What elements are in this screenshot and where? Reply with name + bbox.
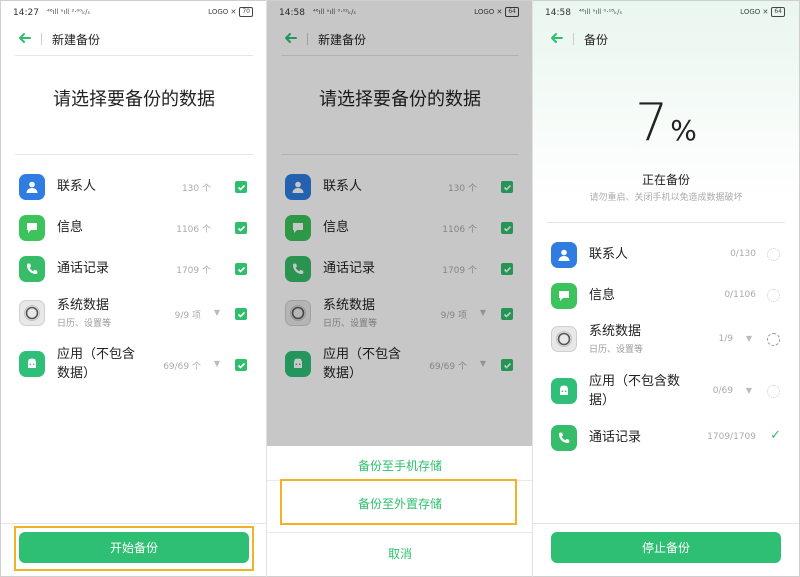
loading-spinner-icon (767, 248, 780, 261)
item-progress: 0/130 (730, 249, 756, 259)
list-item-apps[interactable]: 应用（不包含 数据） 69/69 个 ▼ (1, 344, 267, 384)
checkbox-checked[interactable] (235, 181, 247, 193)
divider (533, 523, 799, 524)
chevron-down-icon[interactable]: ▼ (746, 386, 752, 395)
list-item-messages: 信息 0/1106 (533, 276, 799, 316)
item-count: 130 个 (181, 184, 211, 194)
item-sublabel: 日历、设置等 (589, 345, 644, 355)
item-label: 系统数据 (589, 324, 642, 339)
divider (1, 523, 267, 524)
phone-icon (551, 425, 577, 451)
item-progress: 0/69 (712, 386, 733, 396)
page-title: 备份 (584, 33, 609, 47)
header-divider (41, 33, 42, 45)
battery-icon: 70 (239, 7, 253, 17)
item-label: 信息 (589, 288, 616, 303)
item-count: 69/69 个 (163, 362, 201, 372)
checkbox-checked[interactable] (235, 308, 247, 320)
status-time: 14:58 (545, 8, 571, 18)
cancel-button[interactable]: 取消 (267, 545, 533, 562)
highlight-box (280, 479, 517, 525)
signal-icon: ⁴⁶ıll ᵃıll ²·⁰⁰ₖ/ₛ (47, 8, 91, 16)
header: 新建备份 (1, 25, 267, 53)
contacts-icon (551, 242, 577, 268)
checkmark-icon: ✓ (770, 428, 781, 443)
system-data-icon (551, 326, 577, 352)
highlight-box (14, 526, 254, 571)
chevron-down-icon[interactable]: ▼ (746, 334, 752, 343)
screen-backup-progress: 14:58 ⁴⁶ıll ᵃıll ⁰·¹⁸ₖ/ₛ LOGO ✕ 64 备份 7%… (533, 1, 799, 576)
loading-spinner-icon (767, 333, 780, 346)
chevron-down-icon[interactable]: ▼ (214, 359, 220, 368)
screen-backup-destination: 14:58 ⁴⁶ıll ᵃıll ⁰·⁰²ₖ/ₛ LOGO ✕ 64 新建备份 … (267, 1, 533, 576)
select-heading: 请选择要备份的数据 (53, 89, 215, 110)
item-count: 1709 个 (176, 266, 211, 276)
loading-spinner-icon (767, 385, 780, 398)
list-item-contacts[interactable]: 联系人 130 个 (1, 167, 267, 207)
divider (267, 532, 533, 533)
status-right: LOGO ✕ 64 (740, 7, 785, 17)
progress-percent: 7% (533, 93, 799, 153)
signal-icon: ⁴⁶ıll ᵃıll ⁰·¹⁸ₖ/ₛ (579, 8, 623, 16)
back-arrow-icon[interactable] (17, 30, 33, 46)
header-divider (573, 33, 574, 45)
page-title: 新建备份 (52, 33, 101, 47)
item-progress: 0/1106 (724, 290, 756, 300)
item-label: 系统数据 (57, 298, 110, 313)
list-item-call-log: 通话记录 1709/1709 ✓ (533, 418, 799, 458)
item-label: 联系人 (57, 179, 97, 194)
divider (15, 55, 253, 56)
stop-backup-button[interactable]: 停止备份 (551, 532, 781, 563)
checkbox-checked[interactable] (235, 263, 247, 275)
list-item-system-data[interactable]: 系统数据 日历、设置等 9/9 项 ▼ (1, 293, 267, 333)
progress-warning: 请勿重启、关闭手机以免造成数据破坏 (589, 193, 743, 203)
item-label: 通话记录 (589, 430, 642, 445)
loading-spinner-icon (767, 289, 780, 302)
system-data-icon (19, 300, 45, 326)
contacts-icon (19, 174, 45, 200)
item-label: 联系人 (589, 247, 629, 262)
message-icon (551, 283, 577, 309)
item-label-line2: 数据） (57, 366, 97, 381)
battery-icon: 64 (771, 7, 785, 17)
progress-status: 正在备份 (641, 173, 690, 187)
status-bar: 14:58 ⁴⁶ıll ᵃıll ⁰·¹⁸ₖ/ₛ LOGO ✕ 64 (533, 5, 799, 23)
list-item-call-log[interactable]: 通话记录 1709 个 (1, 249, 267, 289)
list-item-apps[interactable]: 应用（不包含数 据） 0/69 ▼ (533, 371, 799, 411)
screen-new-backup: 14:27 ⁴⁶ıll ᵃıll ²·⁰⁰ₖ/ₛ LOGO ✕ 70 新建备份 … (1, 1, 267, 576)
dim-overlay[interactable] (267, 1, 533, 446)
item-progress: 1/9 (718, 334, 733, 344)
progress-value: 7 (635, 93, 669, 153)
list-item-system-data[interactable]: 系统数据 日历、设置等 1/9 ▼ (533, 319, 799, 359)
backup-to-phone-option[interactable]: 备份至手机存储 (267, 457, 533, 474)
progress-unit: % (670, 114, 697, 147)
status-right: LOGO ✕ 70 (208, 7, 253, 17)
back-arrow-icon[interactable] (549, 30, 565, 46)
divider (547, 222, 785, 223)
android-app-icon (551, 378, 577, 404)
item-sublabel: 日历、设置等 (57, 319, 112, 329)
item-progress: 1709/1709 (707, 432, 756, 442)
item-label: 应用（不包含数 (589, 374, 681, 389)
status-time: 14:27 (13, 8, 39, 18)
item-label: 信息 (57, 220, 84, 235)
status-right-text: LOGO ✕ (740, 8, 769, 16)
checkbox-checked[interactable] (235, 359, 247, 371)
phone-icon (19, 256, 45, 282)
android-app-icon (19, 351, 45, 377)
list-item-messages[interactable]: 信息 1106 个 (1, 208, 267, 248)
item-count: 1106 个 (176, 225, 211, 235)
item-label: 应用（不包含 (57, 347, 136, 362)
status-bar: 14:27 ⁴⁶ıll ᵃıll ²·⁰⁰ₖ/ₛ LOGO ✕ 70 (1, 5, 267, 23)
item-label-line2: 据） (589, 393, 616, 408)
header: 备份 (533, 25, 799, 53)
status-right-text: LOGO ✕ (208, 8, 237, 16)
checkbox-checked[interactable] (235, 222, 247, 234)
chevron-down-icon[interactable]: ▼ (214, 308, 220, 317)
item-count: 9/9 项 (174, 311, 201, 321)
message-icon (19, 215, 45, 241)
item-label: 通话记录 (57, 261, 110, 276)
list-item-contacts: 联系人 0/130 (533, 235, 799, 275)
divider (15, 154, 253, 155)
